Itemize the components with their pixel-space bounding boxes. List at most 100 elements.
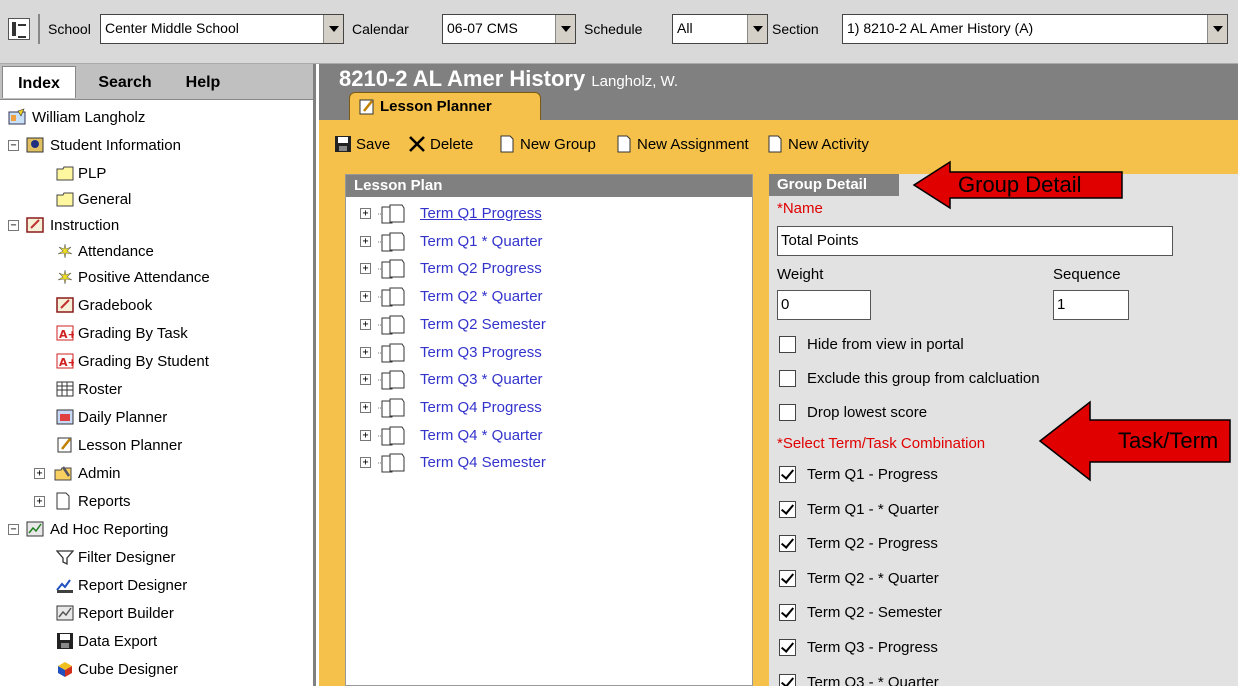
checkbox-label: Term Q2 - Semester xyxy=(807,604,943,622)
weight-field[interactable]: 0 xyxy=(777,290,871,320)
toolbar-divider xyxy=(38,14,40,44)
tree-item-general[interactable]: General xyxy=(56,188,306,212)
chevron-down-icon[interactable] xyxy=(747,15,767,43)
chevron-down-icon[interactable] xyxy=(323,15,343,43)
new-document-icon xyxy=(768,135,782,153)
tree-item-label: Gradebook xyxy=(78,297,153,314)
checkbox-checked[interactable] xyxy=(779,604,796,622)
tab-lesson-planner[interactable]: Lesson Planner xyxy=(349,92,541,122)
attendance-icon xyxy=(57,243,73,259)
checkbox-checked[interactable] xyxy=(779,535,796,553)
lesson-plan-item-label[interactable]: Term Q1 * Quarter xyxy=(420,233,543,250)
checkbox[interactable] xyxy=(779,370,796,387)
expand-icon[interactable]: + xyxy=(360,346,371,358)
collapse-icon[interactable]: − xyxy=(8,524,19,535)
lesson-plan-item-label[interactable]: Term Q4 Semester xyxy=(420,454,546,471)
tree-item-positive-attendance[interactable]: Positive Attendance xyxy=(56,266,306,290)
checkbox[interactable] xyxy=(779,336,796,353)
collapse-icon[interactable]: − xyxy=(8,220,19,231)
checkbox-label: Term Q1 - * Quarter xyxy=(807,500,939,518)
expand-icon[interactable]: + xyxy=(360,374,371,386)
floppy-disk-icon xyxy=(335,136,351,152)
folder-icon xyxy=(56,166,74,181)
group-detail-callout: Group Detail xyxy=(958,172,1082,197)
tree-item-label: Filter Designer xyxy=(78,549,176,566)
schedule-select[interactable]: All xyxy=(672,14,768,44)
section-label: Section xyxy=(772,21,819,37)
lesson-plan-item-label[interactable]: Term Q2 Semester xyxy=(420,316,546,333)
expand-icon[interactable]: + xyxy=(360,457,371,469)
checkbox-label: Term Q1 - Progress xyxy=(807,466,938,483)
tree-item-report-builder[interactable]: Report Builder xyxy=(56,602,306,626)
tab-search[interactable]: Search xyxy=(82,66,168,98)
tree-item-reports[interactable]: + Reports xyxy=(34,490,304,514)
lesson-plan-item-label[interactable]: Term Q4 Progress xyxy=(420,399,542,416)
lesson-planner-icon xyxy=(359,99,374,115)
name-field[interactable]: Total Points xyxy=(777,226,1173,256)
tree-item-admin[interactable]: + Admin xyxy=(34,462,304,486)
expand-icon[interactable]: + xyxy=(360,291,371,303)
user-card-icon xyxy=(8,108,26,125)
tree-item-ad-hoc-reporting[interactable]: − Ad Hoc Reporting xyxy=(8,518,308,542)
tree-item-user[interactable]: William Langholz xyxy=(8,106,308,130)
tree-item-gradebook[interactable]: Gradebook xyxy=(56,294,306,318)
tree-item-plp[interactable]: PLP xyxy=(56,162,306,186)
tree-item-instruction[interactable]: − Instruction xyxy=(8,214,308,238)
lesson-plan-item-label[interactable]: Term Q1 Progress xyxy=(420,205,542,222)
cube-icon xyxy=(58,662,72,677)
tree-item-report-designer[interactable]: Report Designer xyxy=(56,574,306,598)
expand-icon[interactable]: + xyxy=(360,401,371,413)
lesson-plan-item-label[interactable]: Term Q3 Progress xyxy=(420,344,542,361)
new-group-label: New Group xyxy=(520,136,596,153)
tree-item-grading-by-task[interactable]: A+ Grading By Task xyxy=(56,322,306,346)
lesson-plan-item-label[interactable]: Term Q2 * Quarter xyxy=(420,288,543,305)
tree-item-grading-by-student[interactable]: A+ Grading By Student xyxy=(56,350,306,374)
tree-item-filter-designer[interactable]: Filter Designer xyxy=(56,546,306,570)
student-icon xyxy=(26,137,44,153)
expand-icon[interactable]: + xyxy=(34,468,45,479)
toggle-menu-icon[interactable] xyxy=(8,18,30,40)
checkbox-label: Hide from view in portal xyxy=(807,336,964,353)
tree-item-daily-planner[interactable]: Daily Planner xyxy=(56,406,306,430)
name-label: *Name xyxy=(777,200,823,217)
lesson-plan-item-label[interactable]: Term Q4 * Quarter xyxy=(420,427,543,444)
roster-grid-icon xyxy=(56,381,74,397)
tab-help[interactable]: Help xyxy=(170,66,236,98)
checkbox-checked[interactable] xyxy=(779,466,796,483)
tree-item-cube-designer[interactable]: Cube Designer xyxy=(56,658,306,682)
lesson-planner-icon xyxy=(57,437,72,453)
tree-item-data-export[interactable]: Data Export xyxy=(56,630,306,654)
section-select[interactable]: 1) 8210-2 AL Amer History (A) xyxy=(842,14,1228,44)
collapse-icon[interactable]: − xyxy=(8,140,19,151)
checkbox-checked[interactable] xyxy=(779,673,796,686)
tree-item-label: General xyxy=(78,191,132,208)
calendar-select-value: 06-07 CMS xyxy=(447,20,518,36)
school-select[interactable]: Center Middle School xyxy=(100,14,344,44)
checkbox-checked[interactable] xyxy=(779,500,796,518)
expand-icon[interactable]: + xyxy=(360,429,371,441)
checkbox[interactable] xyxy=(779,404,796,421)
chevron-down-icon[interactable] xyxy=(1207,15,1227,43)
lesson-plan-panel: Lesson Plan + Term Q1 Progress + Term Q1 * … xyxy=(345,174,753,686)
folder-documents-icon xyxy=(378,453,405,473)
expand-icon[interactable]: + xyxy=(34,496,45,507)
chevron-down-icon[interactable] xyxy=(555,15,575,43)
checkbox-checked[interactable] xyxy=(779,639,796,656)
expand-icon[interactable]: + xyxy=(360,263,371,275)
tree-item-attendance[interactable]: Attendance xyxy=(56,240,306,264)
tree-item-label: Attendance xyxy=(78,243,154,260)
expand-icon[interactable]: + xyxy=(360,318,371,330)
folder-documents-icon xyxy=(378,398,405,418)
lesson-plan-item-label[interactable]: Term Q2 Progress xyxy=(420,260,542,277)
tree-item-lesson-planner[interactable]: Lesson Planner xyxy=(56,434,306,458)
sidebar: Index Search Help William Langholz − Stu… xyxy=(0,64,316,686)
tab-index[interactable]: Index xyxy=(2,66,76,98)
expand-icon[interactable]: + xyxy=(360,208,371,219)
tree-item-student-information[interactable]: − Student Information xyxy=(8,134,308,158)
calendar-select[interactable]: 06-07 CMS xyxy=(442,14,576,44)
lesson-plan-item-label[interactable]: Term Q3 * Quarter xyxy=(420,371,543,388)
sequence-field[interactable]: 1 xyxy=(1053,290,1129,320)
checkbox-checked[interactable] xyxy=(779,569,796,587)
expand-icon[interactable]: + xyxy=(360,235,371,247)
tree-item-roster[interactable]: Roster xyxy=(56,378,306,402)
